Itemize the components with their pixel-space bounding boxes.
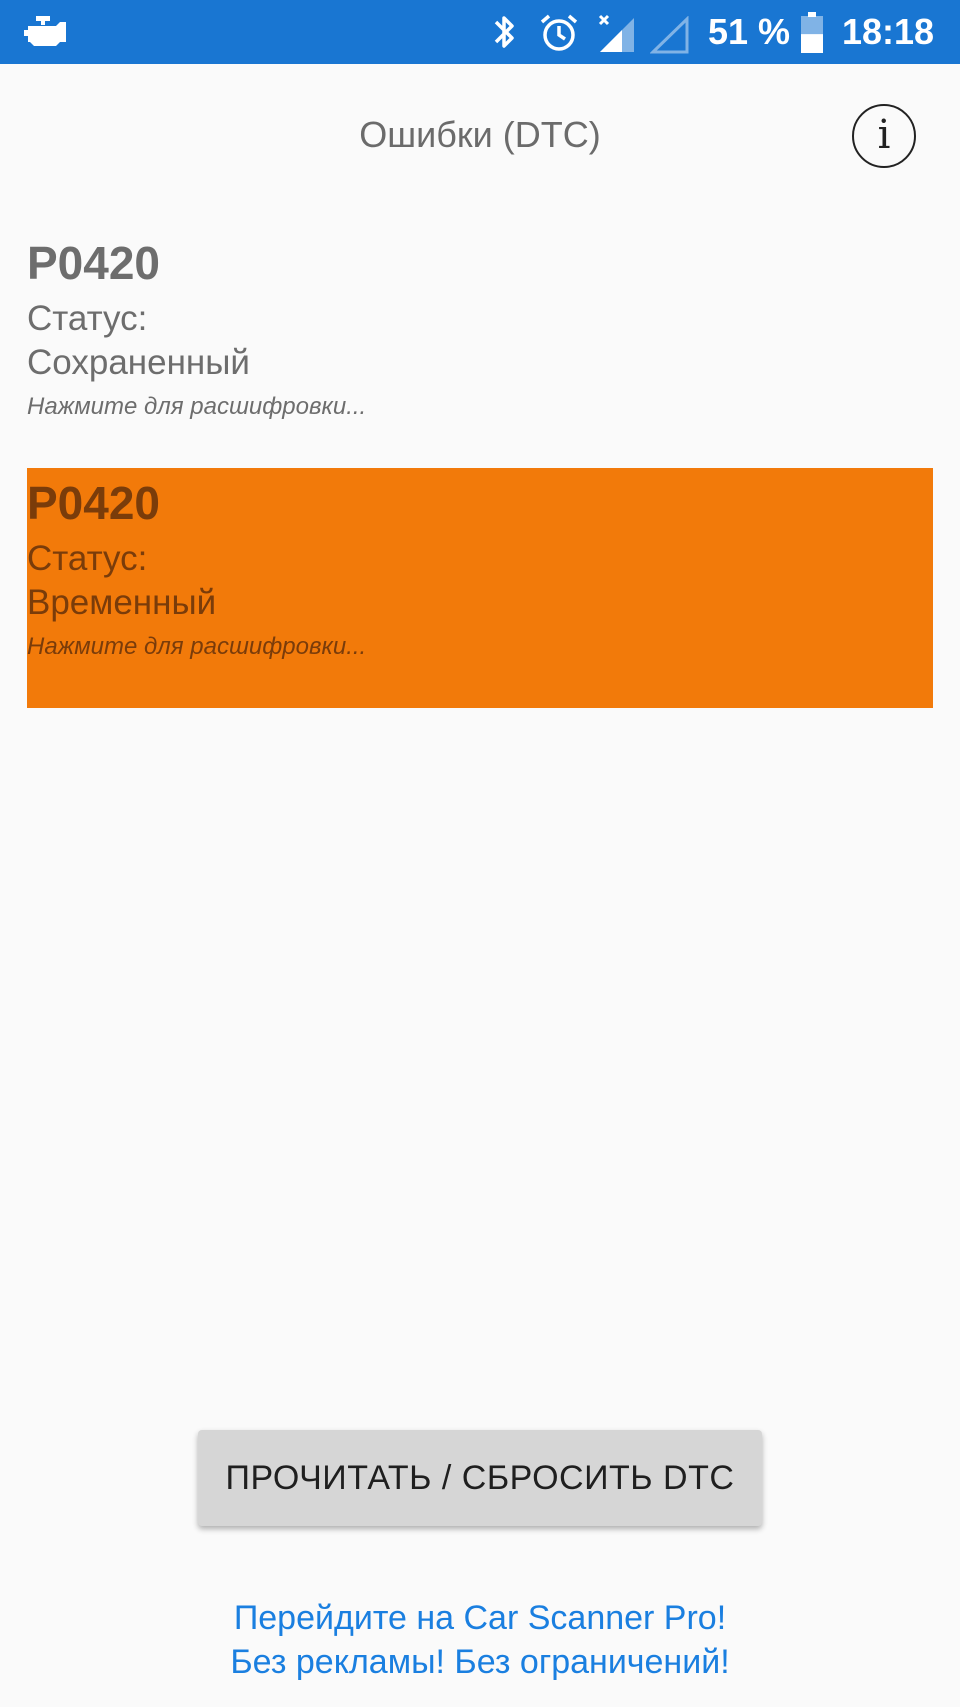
alarm-icon (540, 14, 578, 51)
bluetooth-icon (494, 16, 514, 48)
battery-icon (801, 12, 823, 53)
read-reset-dtc-button[interactable]: ПРОЧИТАТЬ / СБРОСИТЬ DTC (198, 1430, 762, 1526)
battery-percent: 51 % (708, 11, 791, 52)
dtc-status-label: Статус: (27, 299, 148, 338)
dtc-decode-hint: Нажмите для расшифровки... (27, 633, 367, 660)
clock: 18:18 (842, 11, 935, 52)
dtc-list-item-highlighted[interactable]: P0420 Статус: Временный Нажмите для расш… (27, 468, 933, 708)
promo-line-1: Перейдите на Car Scanner Pro! (233, 1599, 727, 1637)
dtc-status-label: Статус: (27, 539, 148, 578)
dtc-code: P0420 (27, 477, 161, 529)
signal-empty-icon (650, 16, 689, 54)
info-icon: i (877, 112, 891, 158)
dtc-list-item[interactable]: P0420 Статус: Сохраненный Нажмите для ра… (27, 228, 933, 438)
dtc-status-value: Временный (27, 583, 217, 622)
promo-link[interactable]: Перейдите на Car Scanner Pro! Без реклам… (0, 1596, 960, 1684)
info-button[interactable]: i (852, 104, 916, 168)
promo-line-2: Без рекламы! Без ограничений! (230, 1643, 730, 1681)
dtc-decode-hint: Нажмите для расшифровки... (27, 393, 367, 420)
dtc-status-value: Сохраненный (27, 343, 250, 382)
status-bar: 51 % 18:18 (0, 0, 960, 64)
dtc-code: P0420 (27, 237, 161, 289)
engine-check-icon (24, 16, 66, 46)
page-title: Ошибки (DTC) (359, 114, 601, 155)
signal-icon (598, 14, 634, 52)
